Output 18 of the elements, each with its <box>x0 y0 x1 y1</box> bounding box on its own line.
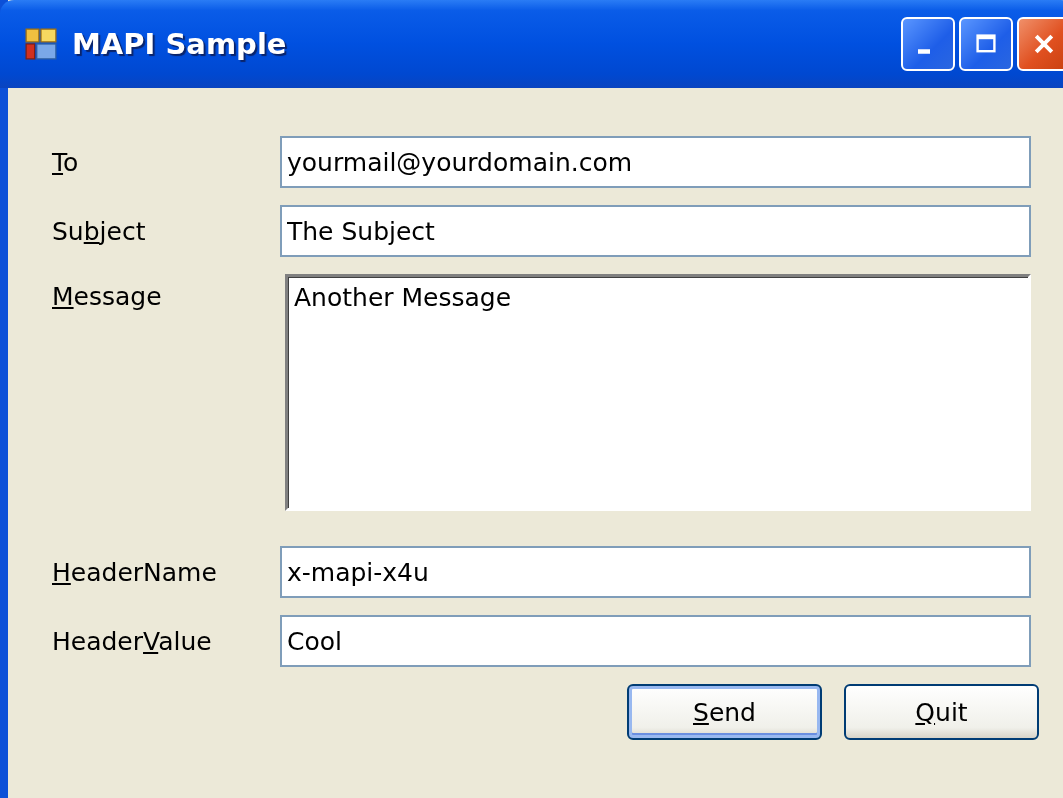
field-label: HeaderValue <box>52 626 213 656</box>
dialog-button[interactable]: Quit <box>844 684 1039 740</box>
message-field[interactable]: Another Message <box>285 274 1031 511</box>
minimize-button[interactable] <box>901 17 955 71</box>
window-title: MAPI Sample <box>72 27 287 61</box>
input-field[interactable]: The Subject <box>280 205 1031 257</box>
field-label: To <box>52 147 80 177</box>
dialog-button[interactable]: Send <box>627 684 822 740</box>
input-field[interactable]: x-mapi-x4u <box>280 546 1031 598</box>
field-label: HeaderName <box>52 557 218 587</box>
close-button[interactable] <box>1017 17 1063 71</box>
app-icon <box>24 27 58 61</box>
field-label: Subject <box>52 216 147 246</box>
minimize-icon <box>918 48 930 54</box>
field-label: Message <box>52 282 163 311</box>
input-field[interactable]: yourmail@yourdomain.com <box>280 136 1031 188</box>
input-field[interactable]: Cool <box>280 615 1031 667</box>
maximize-button[interactable] <box>959 17 1013 71</box>
